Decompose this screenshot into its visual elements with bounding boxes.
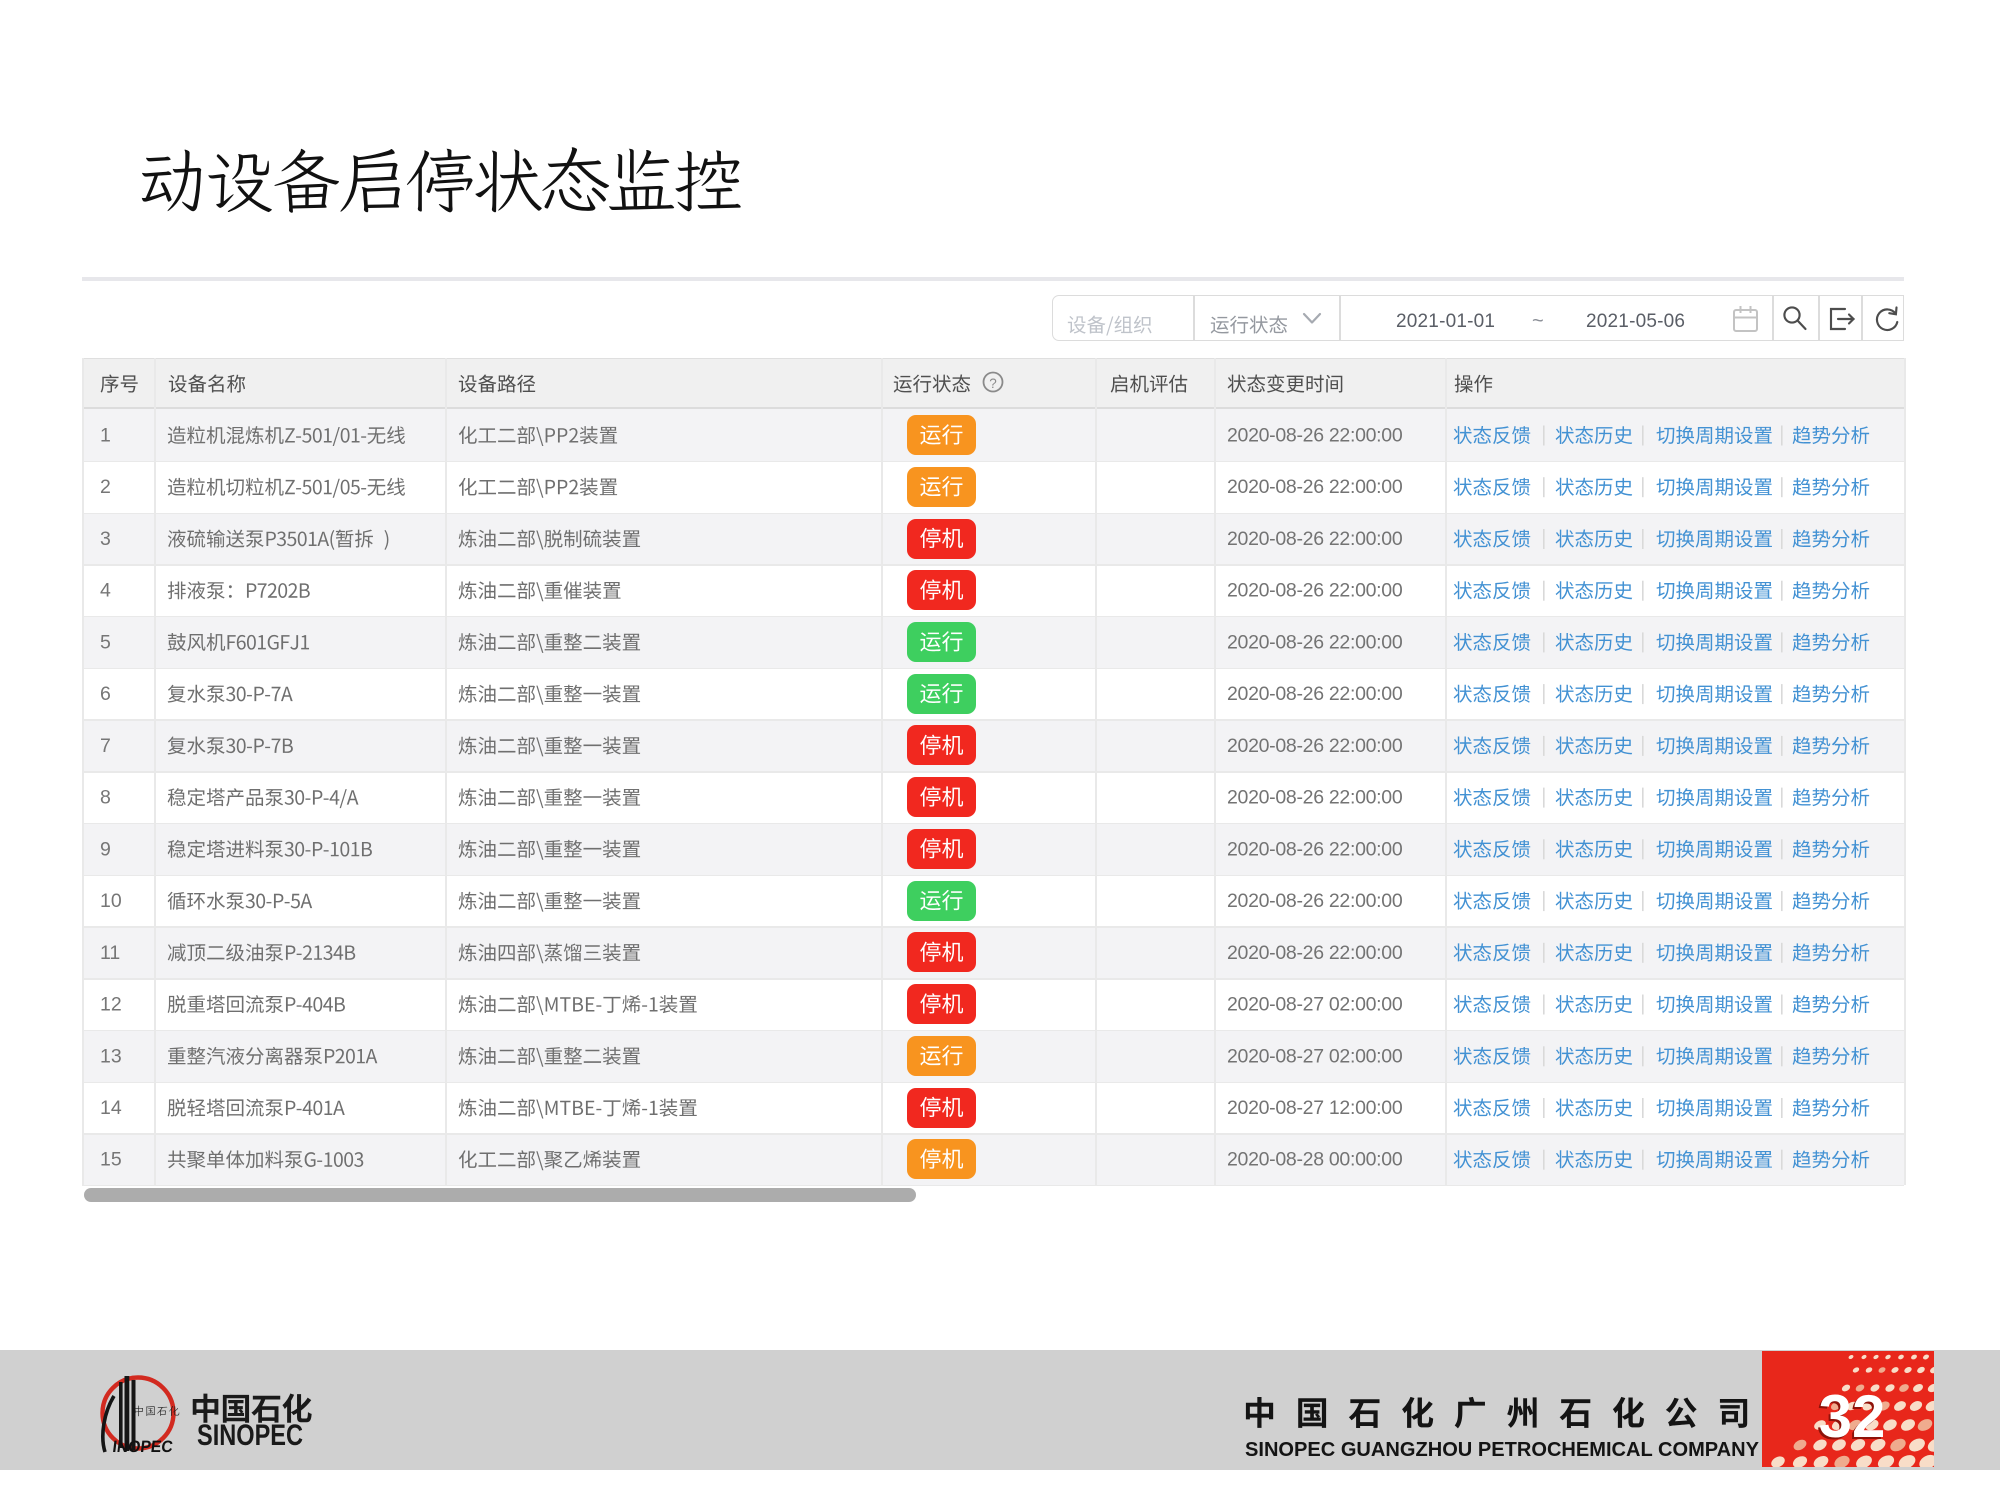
- svg-text:SINOPEC GUANGZHOU PETROCHEMIC: SINOPEC GUANGZHOU PETROCHEMICAL COMPANY: [1245, 1438, 1759, 1461]
- svg-text:2020-08-27 12:00:00: 2020-08-27 12:00:00: [1227, 1097, 1403, 1119]
- svg-text:2020-08-26 22:00:00: 2020-08-26 22:00:00: [1227, 425, 1403, 447]
- svg-text:2020-08-28 00:00:00: 2020-08-28 00:00:00: [1227, 1149, 1403, 1171]
- svg-text:7: 7: [100, 735, 111, 757]
- svg-text:2020-08-26 22:00:00: 2020-08-26 22:00:00: [1227, 735, 1403, 757]
- svg-text:32: 32: [1819, 1383, 1886, 1450]
- svg-text:5: 5: [100, 631, 111, 653]
- svg-text:2020-08-26 22:00:00: 2020-08-26 22:00:00: [1227, 631, 1403, 653]
- svg-text:2020-08-26 22:00:00: 2020-08-26 22:00:00: [1227, 528, 1403, 550]
- svg-text:2020-08-26 22:00:00: 2020-08-26 22:00:00: [1227, 838, 1403, 860]
- svg-text:~: ~: [1532, 310, 1544, 332]
- svg-text:2020-08-26 22:00:00: 2020-08-26 22:00:00: [1227, 787, 1403, 809]
- svg-text:2020-08-26 22:00:00: 2020-08-26 22:00:00: [1227, 890, 1403, 912]
- svg-text:2: 2: [100, 476, 111, 498]
- svg-text:15: 15: [100, 1149, 122, 1171]
- svg-text:2020-08-26 22:00:00: 2020-08-26 22:00:00: [1227, 476, 1403, 498]
- svg-text:INOPEC: INOPEC: [112, 1437, 174, 1456]
- svg-text:?: ?: [989, 376, 997, 391]
- svg-text:2020-08-26 22:00:00: 2020-08-26 22:00:00: [1227, 580, 1403, 602]
- svg-text:11: 11: [100, 942, 120, 964]
- svg-text:12: 12: [100, 994, 122, 1016]
- svg-text:6: 6: [100, 683, 111, 705]
- svg-text:SINOPEC: SINOPEC: [197, 1419, 303, 1452]
- svg-text:8: 8: [100, 787, 111, 809]
- svg-text:4: 4: [100, 580, 111, 602]
- svg-text:2021-05-06: 2021-05-06: [1586, 311, 1685, 332]
- svg-text:3: 3: [100, 528, 111, 550]
- svg-text:2020-08-27 02:00:00: 2020-08-27 02:00:00: [1227, 1045, 1403, 1067]
- svg-text:13: 13: [100, 1045, 122, 1067]
- svg-text:2021-01-01: 2021-01-01: [1396, 311, 1495, 332]
- svg-text:2020-08-26 22:00:00: 2020-08-26 22:00:00: [1227, 942, 1403, 964]
- svg-text:9: 9: [100, 838, 111, 860]
- svg-text:14: 14: [100, 1097, 122, 1119]
- svg-text:2020-08-27 02:00:00: 2020-08-27 02:00:00: [1227, 994, 1403, 1016]
- svg-text:10: 10: [100, 890, 122, 912]
- svg-text:1: 1: [100, 425, 111, 447]
- svg-text:2020-08-26 22:00:00: 2020-08-26 22:00:00: [1227, 683, 1403, 705]
